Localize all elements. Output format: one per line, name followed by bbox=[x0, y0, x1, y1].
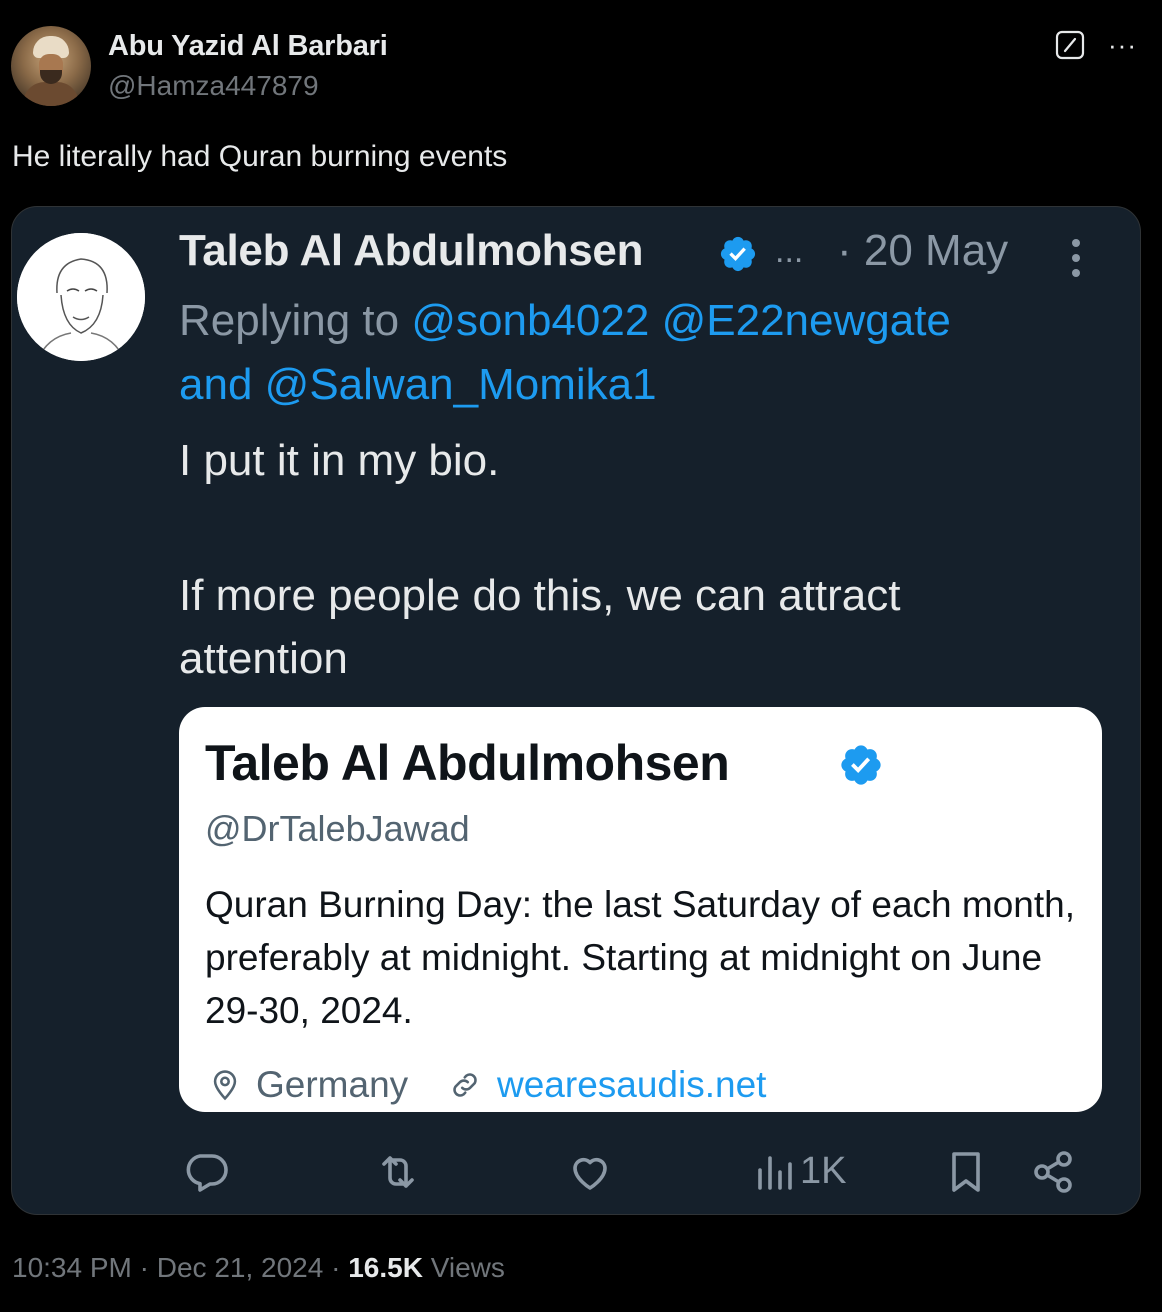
replying-prefix: Replying to bbox=[179, 296, 400, 345]
link-icon bbox=[453, 1073, 477, 1097]
mention-link: @E22newgate bbox=[661, 296, 951, 345]
retweet-icon bbox=[382, 1156, 414, 1188]
location-icon bbox=[213, 1070, 237, 1101]
tweet-text: He literally had Quran burning events bbox=[12, 140, 508, 173]
mention-link: @Salwan_Momika1 bbox=[264, 360, 657, 409]
views-count[interactable]: 16.5K bbox=[348, 1252, 423, 1283]
verified-badge-icon bbox=[841, 745, 881, 785]
verified-badge-icon bbox=[720, 236, 756, 272]
reply-icon bbox=[186, 1154, 228, 1192]
tweet-time[interactable]: 10:34 PM bbox=[12, 1252, 132, 1283]
replying-to-line: Replying to @sonb4022 @E22newgate bbox=[179, 296, 951, 346]
quoted-text-line-1: I put it in my bio. bbox=[179, 436, 500, 485]
bio-website: wearesaudis.net bbox=[497, 1064, 767, 1105]
share-icon bbox=[1034, 1151, 1072, 1193]
author-handle[interactable]: @Hamza447879 bbox=[108, 70, 319, 102]
bookmark-icon bbox=[952, 1152, 980, 1192]
bio-handle: @DrTalebJawad bbox=[205, 808, 470, 849]
quoted-date: · 20 May bbox=[837, 226, 1009, 275]
author-name[interactable]: Abu Yazid Al Barbari bbox=[108, 30, 388, 63]
mention-and: and bbox=[179, 360, 253, 409]
bio-name: Taleb Al Abdulmohsen bbox=[205, 735, 730, 791]
replying-to-line-2: and @Salwan_Momika1 bbox=[179, 360, 657, 410]
views-label: Views bbox=[430, 1252, 505, 1283]
meta-separator: · bbox=[331, 1252, 341, 1283]
quoted-text-line-2: If more people do this, we can attract a… bbox=[179, 571, 901, 683]
meta-separator: · bbox=[139, 1252, 149, 1283]
quoted-author-name: Taleb Al Abdulmohsen bbox=[179, 226, 644, 275]
tweet-metadata: 10:34 PM · Dec 21, 2024 · 16.5K Views bbox=[12, 1252, 505, 1284]
mention-link: @sonb4022 bbox=[411, 296, 650, 345]
truncation-ellipsis: ... bbox=[775, 232, 804, 270]
quoted-views-count: 1K bbox=[800, 1150, 847, 1192]
like-icon bbox=[573, 1157, 607, 1190]
bio-text: Quran Burning Day: the last Saturday of … bbox=[205, 884, 1075, 1031]
views-icon bbox=[758, 1156, 792, 1190]
tweet-date[interactable]: Dec 21, 2024 bbox=[157, 1252, 324, 1283]
more-icon[interactable]: ··· bbox=[1108, 30, 1137, 61]
grok-icon[interactable] bbox=[1055, 30, 1085, 60]
bio-location: Germany bbox=[256, 1064, 409, 1105]
author-avatar[interactable] bbox=[11, 26, 91, 106]
kebab-icon bbox=[1072, 239, 1080, 277]
quoted-avatar bbox=[17, 233, 145, 361]
